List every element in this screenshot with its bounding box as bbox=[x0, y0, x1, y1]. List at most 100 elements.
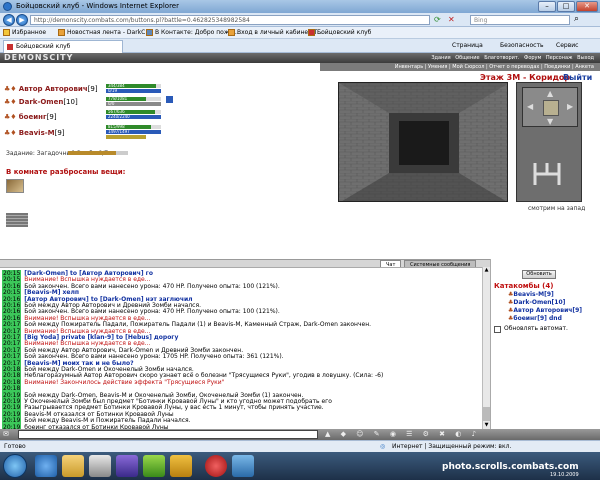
app2-taskbar-icon[interactable] bbox=[143, 455, 165, 477]
player-row[interactable]: ♣♦ Автор Авторович[9] bbox=[4, 84, 98, 95]
search-icon[interactable]: ⌕ bbox=[574, 14, 579, 24]
chat-input-bar: ✉ ▲ ◆ ☺ ✎ ◉ ☰ ⚙ ✖ ◐ ♪ bbox=[0, 429, 600, 440]
chat-tabs: Чат Системные сообщения bbox=[0, 259, 490, 268]
stop-icon[interactable]: ✕ bbox=[448, 15, 458, 25]
room-item-boots-icon[interactable] bbox=[6, 179, 24, 193]
member-item[interactable]: ♣Beavis-M[9] bbox=[508, 291, 554, 299]
minimap-panel: ▲ ▼ ◀ ▶ bbox=[516, 82, 582, 202]
menu-chat[interactable]: Общение bbox=[455, 55, 479, 61]
member-item[interactable]: ♣Автор Авторович[9] bbox=[508, 307, 582, 315]
member-item[interactable]: ♣боеинг[9] dnd bbox=[508, 315, 562, 323]
star-icon bbox=[3, 29, 10, 36]
menu-exit[interactable]: Выход bbox=[577, 55, 594, 61]
player-name: Автор Авторович bbox=[18, 85, 88, 93]
taskbar-date: 19.10.2009 bbox=[550, 472, 579, 478]
scroll-thumb[interactable] bbox=[483, 407, 490, 421]
app3-taskbar-icon[interactable] bbox=[170, 455, 192, 477]
dungeon-view[interactable] bbox=[338, 82, 508, 202]
turn-left-icon[interactable]: ◀ bbox=[527, 102, 533, 111]
auto-refresh-label: Обновлять автомат. bbox=[504, 325, 568, 332]
tab-bar: Бойцовский клуб Страница Безопасность Се… bbox=[0, 39, 600, 53]
tab-fighting-club[interactable]: Бойцовский клуб bbox=[3, 40, 123, 53]
quest-progress-fill bbox=[68, 151, 116, 155]
mp-value: 1497/1497 bbox=[108, 129, 130, 134]
chat-send-icon[interactable]: ✉ bbox=[3, 430, 15, 439]
favorite-link[interactable]: В Контакте: Добро пожа... bbox=[146, 27, 239, 39]
exit-link[interactable]: Выйти bbox=[563, 73, 592, 82]
player-name: боеинг bbox=[18, 113, 47, 121]
game-logo: DEMONSCITY bbox=[4, 53, 74, 62]
scroll-up-icon[interactable]: ▲ bbox=[483, 267, 490, 274]
floor-label: Этаж 3М - Коридор bbox=[480, 73, 571, 82]
refresh-button[interactable]: Обновить bbox=[522, 270, 556, 279]
page-icon bbox=[308, 29, 315, 36]
forward-icon[interactable]: ▶ bbox=[16, 14, 28, 26]
game-header: DEMONSCITY Здания Общение Благотворит. Ф… bbox=[0, 53, 600, 63]
player-row[interactable]: ♣♦ боеинг[9] bbox=[4, 112, 57, 123]
player-name: Dark-Omen bbox=[18, 98, 64, 106]
scroll-down-icon[interactable]: ▼ bbox=[483, 422, 490, 429]
menu-forum[interactable]: Форум bbox=[524, 55, 541, 61]
chat-log: 20:15 [Dark-Omen] to [Автор Авторович] го… bbox=[0, 267, 482, 429]
position-marker-icon bbox=[543, 100, 559, 116]
start-button[interactable] bbox=[3, 454, 27, 478]
security-menu[interactable]: Безопасность bbox=[500, 41, 544, 51]
back-icon[interactable]: ◀ bbox=[3, 14, 15, 26]
clan-icon: ♣♦ bbox=[4, 113, 17, 121]
search-input[interactable]: Bing bbox=[470, 15, 570, 25]
tab-favicon-icon bbox=[7, 44, 13, 50]
address-bar: ◀ ▶ http://demonscity.combats.com/button… bbox=[0, 13, 600, 27]
top-menu: Здания Общение Благотворит. Форум Персон… bbox=[330, 53, 600, 63]
player-row[interactable]: ♣♦ Beavis-M[9] bbox=[4, 128, 65, 139]
member-item[interactable]: ♣Dark-Omen[10] bbox=[508, 299, 565, 307]
media-taskbar-icon[interactable] bbox=[89, 455, 111, 477]
status-icon bbox=[166, 96, 173, 103]
favorites-button[interactable]: Избранное bbox=[3, 27, 46, 39]
page-menu[interactable]: Страница bbox=[452, 41, 483, 51]
menu-buildings[interactable]: Здания bbox=[431, 55, 450, 61]
refresh-icon[interactable]: ⟳ bbox=[434, 15, 444, 25]
minimize-button[interactable]: – bbox=[538, 1, 556, 12]
turn-right-icon[interactable]: ▶ bbox=[567, 102, 573, 111]
menu-charity[interactable]: Благотворит. bbox=[484, 55, 519, 61]
compass-panel: ▲ ▼ ◀ ▶ bbox=[522, 87, 578, 127]
url-input[interactable]: http://demonscity.combats.com/buttons.pl… bbox=[30, 15, 430, 25]
favorite-link[interactable]: Бойцовский клуб bbox=[308, 27, 371, 39]
sub-menu[interactable]: Инвентарь | Умения | Мой Сюрсол | Отчет … bbox=[320, 63, 600, 71]
page-icon bbox=[228, 29, 235, 36]
window-title-bar: Бойцовский клуб - Windows Internet Explo… bbox=[0, 0, 600, 13]
ie-status-bar: Готово ◎ Интернет | Защищенный режим: вк… bbox=[0, 440, 600, 452]
chat-input[interactable] bbox=[18, 430, 318, 439]
maximize-button[interactable]: □ bbox=[557, 1, 575, 12]
map-icon bbox=[527, 159, 567, 189]
room-items-title: В комнате разбросаны вещи: bbox=[6, 168, 126, 176]
clan-icon: ♣♦ bbox=[4, 85, 17, 93]
window-title: Бойцовский клуб - Windows Internet Explo… bbox=[16, 2, 179, 10]
energy-bar bbox=[106, 135, 146, 139]
close-button[interactable]: ✕ bbox=[576, 1, 598, 12]
player-row[interactable]: ♣♦ Dark-Omen[10] bbox=[4, 97, 78, 108]
arrow-up-icon[interactable]: ▲ bbox=[547, 89, 553, 98]
player-name: Beavis-M bbox=[18, 129, 55, 137]
tools-menu[interactable]: Сервис bbox=[556, 41, 578, 51]
app4-taskbar-icon[interactable] bbox=[232, 455, 254, 477]
menu-character[interactable]: Персонаж bbox=[546, 55, 573, 61]
explorer-taskbar-icon[interactable] bbox=[62, 455, 84, 477]
favorite-link[interactable]: Новостная лента - DarkC... bbox=[58, 27, 151, 39]
chat-toolbar-icons[interactable]: ▲ ◆ ☺ ✎ ◉ ☰ ⚙ ✖ ◐ ♪ bbox=[325, 430, 585, 439]
ie-taskbar-icon[interactable] bbox=[35, 455, 57, 477]
watermark: photo.scrolls.combats.com bbox=[442, 462, 579, 472]
facing-direction-label: смотрим на запад bbox=[528, 205, 586, 212]
arrow-down-icon[interactable]: ▼ bbox=[547, 117, 553, 126]
chat-scrollbar[interactable]: ▲ ▼ bbox=[482, 267, 490, 429]
catacombs-title: Катакомбы (4) bbox=[494, 282, 554, 290]
opera-taskbar-icon[interactable] bbox=[205, 455, 227, 477]
mp-value: 0/0 bbox=[108, 101, 115, 106]
app-taskbar-icon[interactable] bbox=[116, 455, 138, 477]
clan-icon: ♣♦ bbox=[4, 129, 17, 137]
mp-value: 2240/2240 bbox=[108, 114, 130, 119]
clan-icon: ♣♦ bbox=[4, 98, 17, 106]
auto-refresh-checkbox[interactable] bbox=[494, 326, 501, 333]
page-icon bbox=[58, 29, 65, 36]
page-icon bbox=[146, 29, 153, 36]
